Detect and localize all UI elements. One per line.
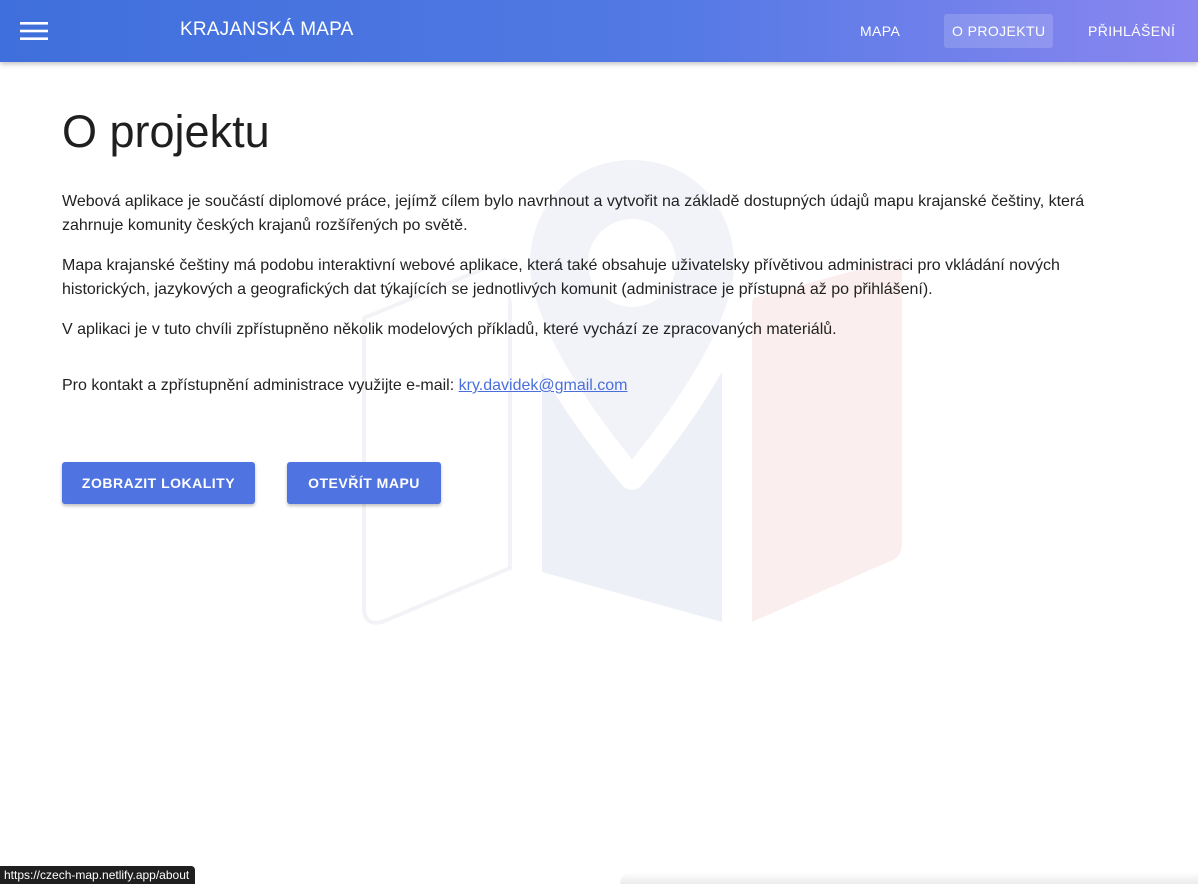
contact-email-link[interactable]: kry.davidek@gmail.com bbox=[459, 377, 628, 394]
app-bar: KRAJANSKÁ MAPA MAPA O PROJEKTU PŘIHLÁŠEN… bbox=[0, 0, 1198, 62]
contact-text: Pro kontakt a zpřístupnění administrace … bbox=[62, 377, 459, 394]
show-localities-button[interactable]: ZOBRAZIT LOKALITY bbox=[62, 462, 255, 504]
status-bar-url: https://czech-map.netlify.app/about bbox=[0, 866, 196, 884]
intro-paragraph: Webová aplikace je součástí diplomové pr… bbox=[62, 193, 1085, 234]
hamburger-menu-icon[interactable] bbox=[14, 11, 54, 51]
nav-login-link[interactable]: PŘIHLÁŠENÍ bbox=[1080, 14, 1183, 48]
bottom-shadow bbox=[620, 872, 1198, 884]
app-title[interactable]: KRAJANSKÁ MAPA bbox=[180, 19, 354, 41]
open-map-button[interactable]: OTEVŘÍT MAPU bbox=[287, 462, 441, 504]
nav-map-link[interactable]: MAPA bbox=[852, 14, 908, 48]
contact-paragraph: Pro kontakt a zpřístupnění administrace … bbox=[62, 374, 1137, 398]
examples-paragraph: V aplikaci je v tuto chvíli zpřístupněno… bbox=[62, 321, 837, 338]
description-paragraph: Mapa krajanské češtiny má podobu interak… bbox=[62, 257, 1060, 298]
page-title: O projektu bbox=[62, 106, 270, 157]
nav-about-link[interactable]: O PROJEKTU bbox=[944, 14, 1054, 48]
